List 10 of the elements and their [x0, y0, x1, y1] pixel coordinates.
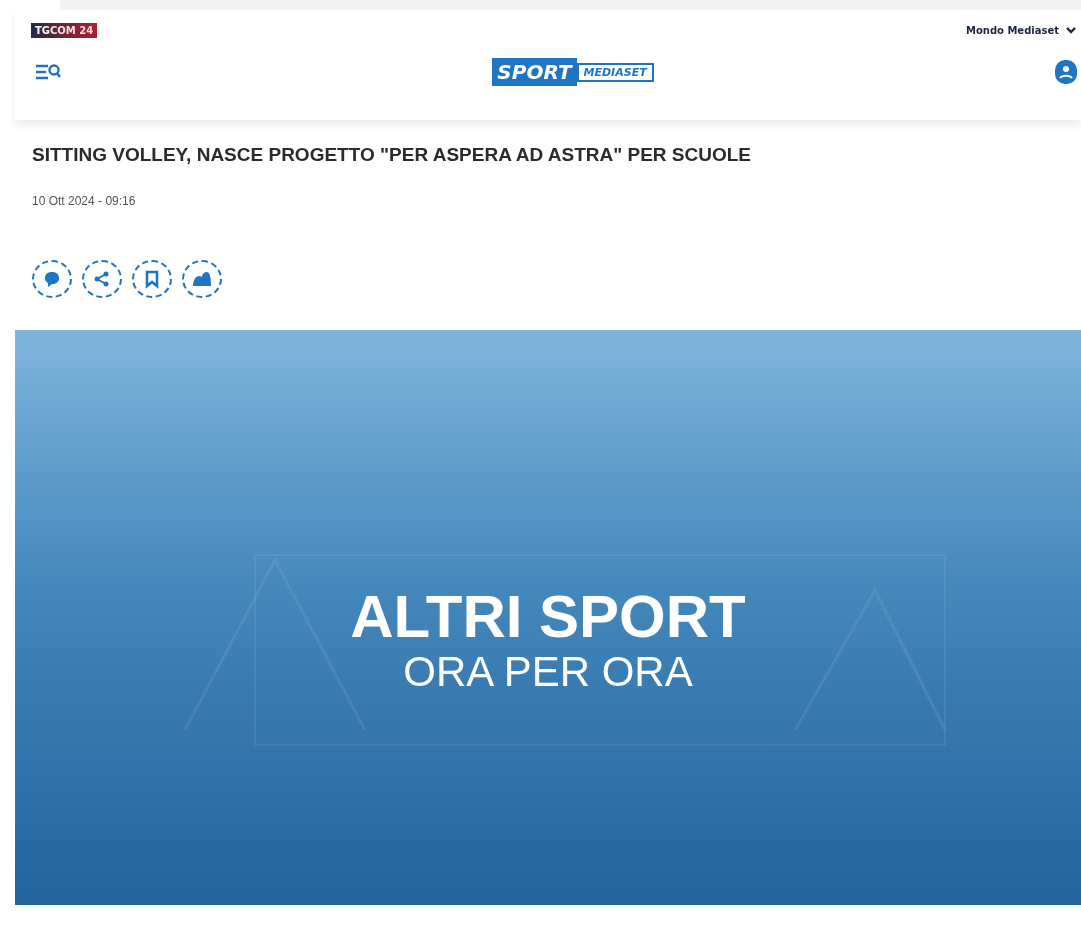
cover-headline: ALTRI SPORT — [350, 585, 746, 649]
menu-search-icon[interactable] — [35, 63, 61, 81]
network-logo[interactable]: TGCOM 24 — [31, 23, 98, 38]
network-menu[interactable]: Mondo Mediaset — [965, 25, 1077, 36]
user-icon[interactable] — [1055, 60, 1077, 84]
cover-subline: ORA PER ORA — [403, 649, 693, 695]
article-title: SITTING VOLLEY, NASCE PROGETTO "PER ASPERA AD ASTRA" PER SCUOLE — [32, 144, 752, 166]
speech-bubble-icon — [42, 269, 62, 289]
chevron-icon — [1065, 26, 1077, 35]
article-date: 10 Ott 2024 - 09:16 — [32, 194, 137, 208]
